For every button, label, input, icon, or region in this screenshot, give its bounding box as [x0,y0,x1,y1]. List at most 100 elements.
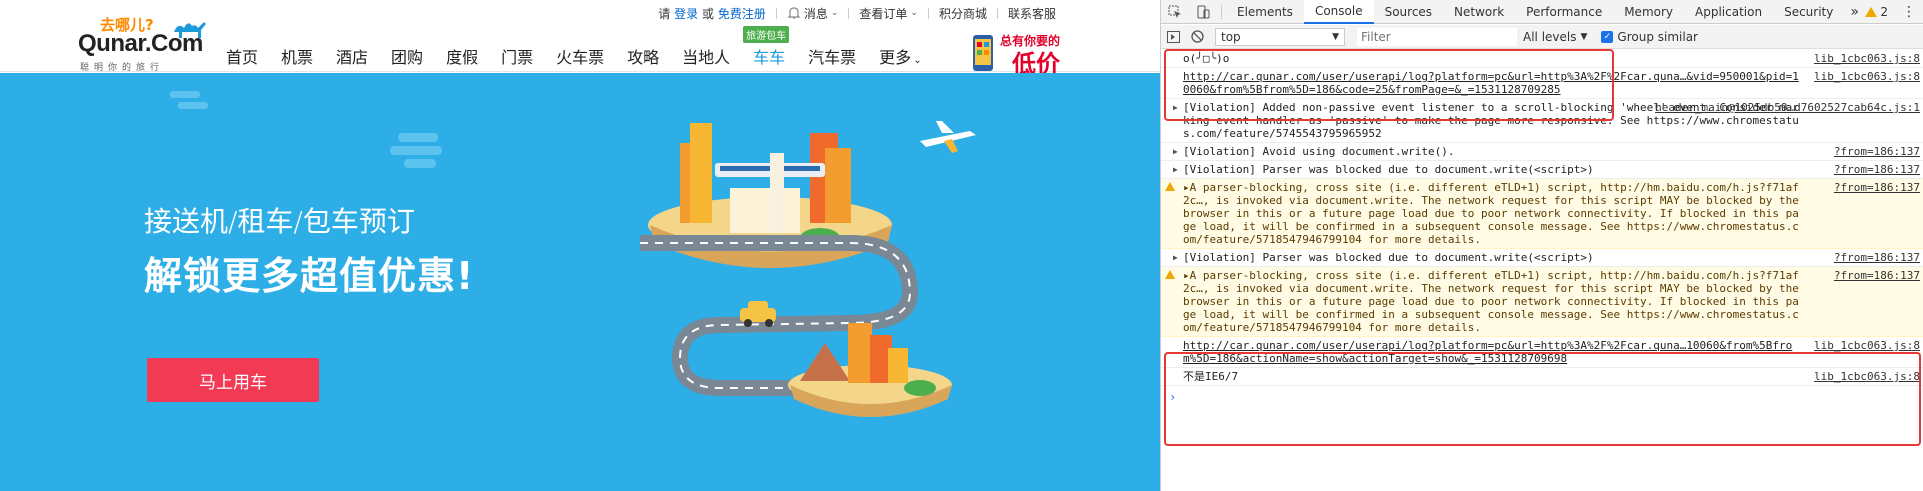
cloud-icon [390,133,442,168]
console-row: ▶ [Violation] Parser was blocked due to … [1161,161,1923,179]
console-row: http://car.qunar.com/user/userapi/log?pl… [1161,68,1923,99]
orders-label: 查看订单 [859,6,908,21]
logo-subtitle: 聪明你的旅行 [80,63,165,73]
city-road-illustration [640,121,976,417]
login-link[interactable]: 登录 [674,5,698,22]
nav-item-car[interactable]: 旅游包车 车车 [743,26,790,68]
console-message: [Violation] Parser was blocked due to do… [1183,251,1594,264]
warning-icon [1165,270,1175,279]
group-similar-label: Group similar [1617,29,1698,44]
use-car-now-button[interactable]: 马上用车 [147,358,319,402]
console-message-link[interactable]: http://car.qunar.com/user/userapi/log?pl… [1183,70,1914,96]
messages-menu[interactable]: 消息 ⌄ [777,5,849,22]
sidebar-toggle-icon[interactable] [1161,25,1185,49]
support-link[interactable]: 联系客服 [998,5,1066,22]
source-link[interactable]: ?from=186:137 [1827,269,1920,282]
nav-item-guides[interactable]: 攻略 [627,44,659,68]
source-link[interactable]: ?from=186:137 [1828,163,1920,176]
tab-performance[interactable]: Performance [1515,0,1613,24]
warning-icon [1865,6,1878,17]
or-text: 或 [701,6,714,21]
log-levels-label: All levels [1523,29,1577,44]
context-value: top [1221,29,1241,44]
source-link[interactable]: lib_1cbc063.js:8 [1808,52,1920,65]
log-levels-select[interactable]: All levels ▼ [1523,30,1587,44]
console-message: 不是IE6/7 [1183,370,1239,383]
source-link[interactable]: lib_1cbc063.js:8 [1808,339,1920,352]
chevron-down-icon: ⌄ [913,55,922,66]
divider [1221,4,1222,19]
console-row: ▶ [Violation] Parser was blocked due to … [1161,249,1923,267]
console-prompt[interactable]: › [1161,386,1923,408]
console-warning-row: ▸A parser-blocking, cross site (i.e. dif… [1161,179,1923,249]
console-row: ▶ [Violation] Added non-passive event li… [1161,99,1923,143]
clear-console-icon[interactable] [1185,25,1209,49]
expand-triangle-icon[interactable]: ▶ [1173,251,1178,264]
source-link[interactable]: lib_1cbc063.js:8 [1808,370,1920,383]
nav-item-trains[interactable]: 火车票 [556,44,604,68]
warning-counter[interactable]: 2 [1865,5,1894,19]
console-message: o(╯□╰)o [1183,52,1230,65]
qunar-logo[interactable]: 去哪儿? Qunar.Com 聪明你的旅行 [78,10,213,73]
context-select[interactable]: top ▼ [1215,27,1345,46]
tab-application[interactable]: Application [1684,0,1773,24]
filter-input[interactable] [1357,27,1517,46]
charter-badge: 旅游包车 [743,26,790,43]
dropdown-arrow-icon: ▼ [1332,31,1339,42]
more-tabs-icon[interactable]: » [1844,4,1865,20]
hero-title: 接送机/租车/包车预订 [144,205,415,238]
inspect-element-icon[interactable] [1161,0,1189,24]
devtools-panel: Elements Console Sources Network Perform… [1160,0,1923,491]
nav-item-vacation[interactable]: 度假 [446,44,478,68]
console-message: [Violation] Parser was blocked due to do… [1183,163,1594,176]
expand-triangle-icon[interactable]: ▶ [1173,163,1178,176]
source-link[interactable]: ?from=186:137 [1828,251,1920,264]
login-prompt: 请 登录 或 免费注册 [648,5,776,22]
source-link[interactable]: ?from=186:137 [1827,181,1920,194]
chevron-down-icon: ⌄ [910,8,918,18]
console-output: o(╯□╰)o lib_1cbc063.js:8 http://car.quna… [1161,50,1923,491]
console-row: http://car.qunar.com/user/userapi/log?pl… [1161,337,1923,368]
tab-console[interactable]: Console [1303,0,1374,24]
nav-item-group-buy[interactable]: 团购 [391,44,423,68]
tab-security[interactable]: Security [1773,0,1844,24]
tab-network[interactable]: Network [1443,0,1515,24]
source-link[interactable]: ?from=186:137 [1828,145,1920,158]
nav-item-flights[interactable]: 机票 [281,44,313,68]
nav-item-car-label: 车车 [753,48,786,67]
register-link[interactable]: 免费注册 [718,5,766,22]
source-link[interactable]: lib_1cbc063.js:8 [1808,70,1920,83]
kebab-menu-icon[interactable]: ⋮ [1894,4,1923,20]
points-mall-link[interactable]: 积分商城 [929,5,997,22]
cloud-icon [170,91,208,109]
site-header: 去哪儿? Qunar.Com 聪明你的旅行 请 登录 或 免费注册 消息 ⌄ 查… [0,0,1160,78]
nav-item-tickets[interactable]: 门票 [501,44,533,68]
low-price-promo[interactable]: 总有你要的 低价 [972,32,1068,78]
console-warning-row: ▸A parser-blocking, cross site (i.e. dif… [1161,267,1923,337]
expand-triangle-icon[interactable]: ▶ [1173,101,1178,114]
orders-menu[interactable]: 查看订单 ⌄ [849,5,928,22]
console-row: 不是IE6/7 lib_1cbc063.js:8 [1161,368,1923,386]
source-link[interactable]: header_main@1025db59…d7602527cab64c.js:1 [1649,101,1920,114]
website-viewport: 去哪儿? Qunar.Com 聪明你的旅行 请 登录 或 免费注册 消息 ⌄ 查… [0,0,1160,491]
tab-memory[interactable]: Memory [1613,0,1684,24]
devtools-tab-bar: Elements Console Sources Network Perform… [1161,0,1923,24]
nav-item-hotels[interactable]: 酒店 [336,44,368,68]
nav-item-bus[interactable]: 汽车票 [808,44,856,68]
hero-subtitle: 解锁更多超值优惠! [144,254,475,298]
support-label: 联系客服 [1007,6,1056,21]
nav-item-locals[interactable]: 当地人 [682,44,730,68]
nav-item-home[interactable]: 首页 [226,44,258,68]
expand-triangle-icon[interactable]: ▶ [1173,145,1178,158]
nav-item-more[interactable]: 更多 ⌄ [879,44,921,68]
group-similar-toggle[interactable]: ✓ Group similar [1601,30,1698,44]
tab-elements[interactable]: Elements [1226,0,1304,24]
device-toolbar-icon[interactable] [1189,0,1217,24]
hero-banner: 接送机/租车/包车预订 解锁更多超值优惠! 马上用车 [0,73,1160,491]
points-mall-label: 积分商城 [938,6,987,21]
chevron-down-icon: ⌄ [830,8,839,18]
dropdown-arrow-icon: ▼ [1580,31,1588,42]
tab-sources[interactable]: Sources [1374,0,1443,24]
console-message: ▸A parser-blocking, cross site (i.e. dif… [1183,181,1806,246]
console-message-link[interactable]: http://car.qunar.com/user/userapi/log?pl… [1183,339,1914,365]
